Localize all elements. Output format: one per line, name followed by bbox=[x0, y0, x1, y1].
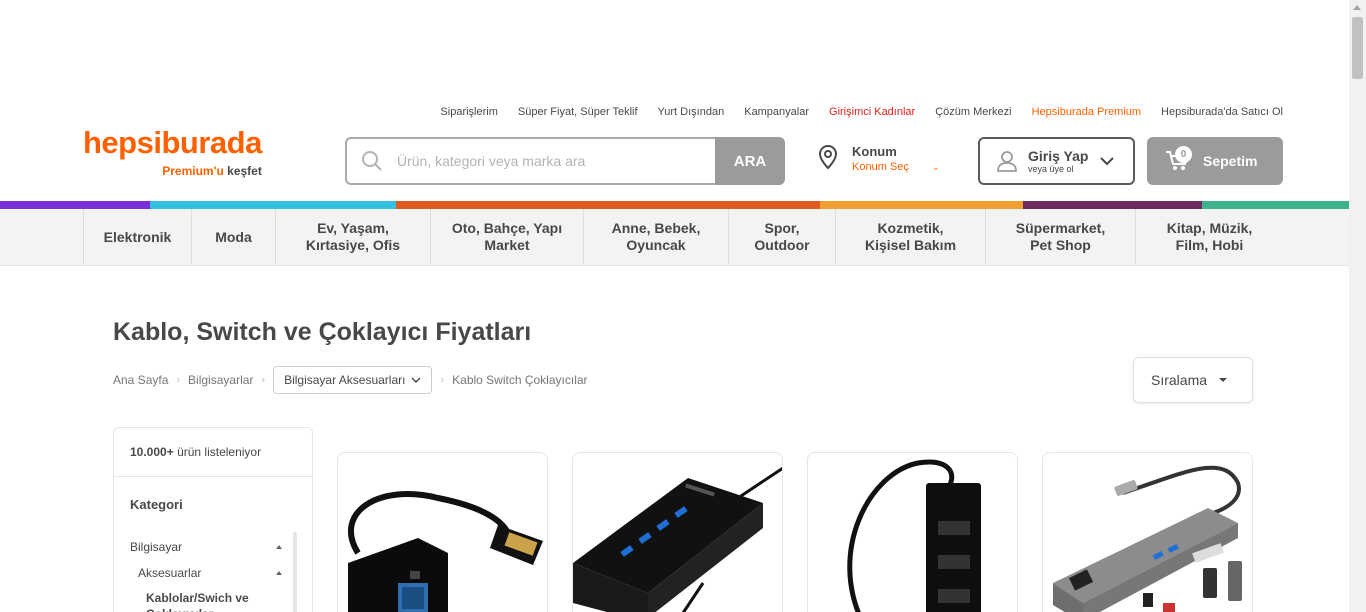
chevron-down-icon: ⌄ bbox=[932, 162, 940, 172]
color-segment bbox=[150, 201, 396, 209]
search-bar: ARA bbox=[345, 137, 785, 185]
search-icon bbox=[362, 151, 382, 171]
scroll-up-icon[interactable] bbox=[1353, 5, 1361, 10]
result-count-number: 10.000+ bbox=[130, 445, 174, 459]
caret-up-icon bbox=[276, 545, 282, 549]
nav-label: Süpermarket, Pet Shop bbox=[1015, 220, 1106, 253]
top-link-campaigns[interactable]: Kampanyalar bbox=[744, 106, 809, 118]
top-link-help-center[interactable]: Çözüm Merkezi bbox=[935, 106, 1011, 118]
premium-promo[interactable]: Premium'u keşfet bbox=[162, 164, 262, 178]
chevron-right-icon: › bbox=[261, 374, 266, 386]
top-links: Siparişlerim Süper Fiyat, Süper Teklif Y… bbox=[440, 106, 1283, 118]
nav-fashion[interactable]: Moda bbox=[191, 209, 275, 265]
vga-adapter-image bbox=[348, 491, 543, 612]
tree-item-computer[interactable]: Bilgisayar bbox=[130, 534, 282, 560]
usb-c-multiport-image bbox=[1053, 465, 1242, 612]
search-input[interactable] bbox=[397, 153, 677, 169]
login-title: Giriş Yap bbox=[1028, 148, 1089, 164]
tree-item-label: Kablolar/Swich ve Çoklayıcılar bbox=[146, 591, 249, 612]
usb-hub-4port-image bbox=[573, 466, 782, 612]
chevron-down-icon bbox=[1100, 156, 1115, 165]
login-subtitle: veya üye ol bbox=[1028, 164, 1074, 174]
filter-panel: 10.000+ ürün listeleniyor Kategori Bilgi… bbox=[113, 427, 313, 612]
top-link-become-seller[interactable]: Hepsiburada'da Satıcı Ol bbox=[1161, 106, 1283, 118]
nav-label: Moda bbox=[215, 228, 252, 245]
top-link-women-entrepreneurs[interactable]: Girişimci Kadınlar bbox=[829, 106, 915, 118]
page-title: Kablo, Switch ve Çoklayıcı Fiyatları bbox=[113, 318, 532, 346]
nav-label: Kitap, Müzik, Film, Hobi bbox=[1166, 220, 1253, 253]
category-color-bar bbox=[0, 201, 1349, 209]
nav-label: Anne, Bebek, Oyuncak bbox=[611, 220, 701, 253]
product-card[interactable] bbox=[1042, 452, 1253, 612]
search-box bbox=[345, 137, 715, 185]
chevron-right-icon: › bbox=[176, 374, 181, 386]
caret-down-icon bbox=[1219, 378, 1228, 382]
tree-item-label: Aksesuarlar bbox=[138, 566, 202, 580]
user-icon bbox=[997, 151, 1017, 172]
color-segment bbox=[820, 201, 1023, 209]
nav-label: Elektronik bbox=[103, 228, 172, 245]
breadcrumb: Ana Sayfa › Bilgisayarlar › Bilgisayar A… bbox=[113, 366, 588, 394]
top-link-super-price[interactable]: Süper Fiyat, Süper Teklif bbox=[518, 106, 638, 118]
nav-books-music[interactable]: Kitap, Müzik, Film, Hobi bbox=[1135, 209, 1283, 265]
top-link-orders[interactable]: Siparişlerim bbox=[440, 106, 497, 118]
cart-button[interactable]: 0 Sepetim bbox=[1147, 137, 1283, 185]
cart-label: Sepetim bbox=[1203, 153, 1258, 169]
product-card[interactable] bbox=[337, 452, 548, 612]
nav-home-living[interactable]: Ev, Yaşam, Kırtasiye, Ofis bbox=[275, 209, 430, 265]
nav-supermarket[interactable]: Süpermarket, Pet Shop bbox=[985, 209, 1135, 265]
location-subtitle: Konum Seç bbox=[852, 161, 909, 173]
top-blank-area bbox=[0, 0, 1366, 100]
search-button[interactable]: ARA bbox=[715, 137, 785, 185]
category-filter-title: Kategori bbox=[130, 497, 183, 512]
color-segment bbox=[1023, 201, 1202, 209]
category-tree: Bilgisayar Aksesuarlar Kablolar/Swich ve… bbox=[114, 534, 312, 612]
page-scrollbar[interactable] bbox=[1349, 0, 1366, 612]
nav-cosmetics[interactable]: Kozmetik, Kişisel Bakım bbox=[835, 209, 985, 265]
result-count-text: ürün listeleniyor bbox=[177, 445, 262, 459]
logo[interactable]: hepsiburada Premium'u keşfet bbox=[83, 125, 262, 179]
premium-promo-premium: Premium'u bbox=[162, 164, 224, 178]
nav-label: Kozmetik, Kişisel Bakım bbox=[864, 220, 957, 253]
premium-promo-kesfet: keşfet bbox=[227, 164, 262, 178]
breadcrumb-accessories: Bilgisayar Aksesuarları bbox=[284, 373, 406, 387]
nav-label: Oto, Bahçe, Yapı Market bbox=[451, 220, 563, 253]
chevron-down-icon bbox=[411, 377, 421, 383]
nav-label: Ev, Yaşam, Kırtasiye, Ofis bbox=[305, 220, 401, 253]
chevron-right-icon: › bbox=[440, 374, 445, 386]
nav-electronics[interactable]: Elektronik bbox=[83, 209, 191, 265]
tree-item-accessories[interactable]: Aksesuarlar bbox=[130, 560, 282, 586]
color-segment bbox=[396, 201, 820, 209]
location-selector[interactable]: Konum Konum Seç ⌄ bbox=[818, 144, 940, 173]
login-button[interactable]: Giriş Yap veya üye ol bbox=[978, 137, 1135, 185]
nav-sports[interactable]: Spor, Outdoor bbox=[728, 209, 835, 265]
nav-auto-garden[interactable]: Oto, Bahçe, Yapı Market bbox=[430, 209, 583, 265]
color-segment bbox=[1202, 201, 1349, 209]
location-title: Konum bbox=[852, 144, 897, 159]
sort-label: Sıralama bbox=[1151, 372, 1208, 388]
category-nav: Elektronik Moda Ev, Yaşam, Kırtasiye, Of… bbox=[0, 209, 1349, 266]
breadcrumb-dropdown[interactable]: Bilgisayar Aksesuarları bbox=[273, 366, 433, 394]
nav-label: Spor, Outdoor bbox=[754, 220, 810, 253]
breadcrumb-computers[interactable]: Bilgisayarlar bbox=[188, 373, 253, 387]
sort-dropdown[interactable]: Sıralama bbox=[1133, 357, 1253, 403]
cart-count-badge: 0 bbox=[1175, 146, 1192, 163]
scrollbar-thumb[interactable] bbox=[1352, 17, 1363, 79]
usb-hub-vertical-image bbox=[847, 459, 981, 612]
result-count: 10.000+ ürün listeleniyor bbox=[114, 428, 312, 477]
filter-scrollbar[interactable] bbox=[293, 532, 297, 612]
top-link-abroad[interactable]: Yurt Dışından bbox=[658, 106, 725, 118]
tree-item-label: Bilgisayar bbox=[130, 540, 183, 554]
location-pin-icon bbox=[818, 144, 838, 170]
nav-mother-baby[interactable]: Anne, Bebek, Oyuncak bbox=[583, 209, 728, 265]
top-link-premium[interactable]: Hepsiburada Premium bbox=[1032, 106, 1141, 118]
caret-up-icon bbox=[276, 571, 282, 575]
color-segment bbox=[0, 201, 150, 209]
tree-item-cables[interactable]: Kablolar/Swich ve Çoklayıcılar bbox=[130, 590, 282, 612]
logo-text: hepsiburada bbox=[83, 125, 262, 160]
breadcrumb-current: Kablo Switch Çoklayıcılar bbox=[452, 373, 588, 387]
product-card[interactable] bbox=[572, 452, 783, 612]
product-card[interactable] bbox=[807, 452, 1018, 612]
breadcrumb-home[interactable]: Ana Sayfa bbox=[113, 373, 168, 387]
